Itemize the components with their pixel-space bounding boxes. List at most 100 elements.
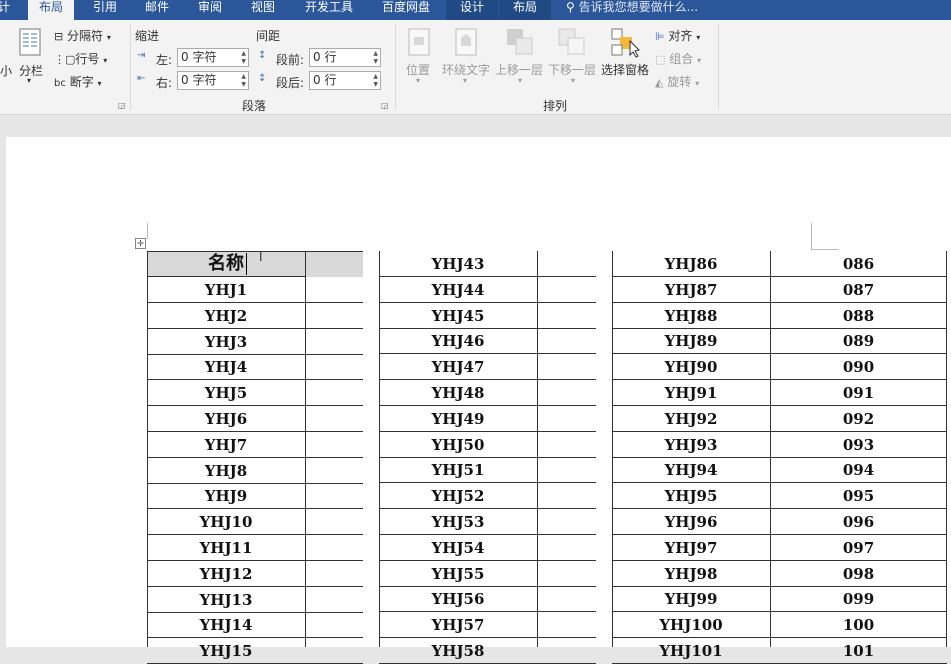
table-cell-code[interactable]: 088 [770, 303, 947, 329]
breaks-button[interactable]: ⊟ 分隔符 ▾ [54, 27, 111, 44]
table-cell-code[interactable]: 091 [770, 380, 947, 406]
table-move-handle-icon[interactable]: ✛ [135, 238, 146, 249]
table-cell-empty[interactable] [537, 354, 596, 381]
table-cell[interactable]: YHJ90 [612, 354, 770, 381]
table-cell-empty[interactable] [537, 303, 596, 329]
table-cell[interactable]: YHJ91 [612, 380, 770, 406]
table-cell[interactable]: YHJ58 [379, 638, 537, 664]
table-cell[interactable]: YHJ47 [379, 354, 537, 381]
table-cell[interactable]: YHJ5 [147, 380, 305, 407]
indent-right-input[interactable]: 0 字符 ▲ ▼ [177, 71, 249, 90]
table-cell[interactable]: YHJ88 [612, 303, 770, 329]
table-cell-empty[interactable] [537, 251, 596, 277]
table-cell-code[interactable]: 092 [770, 406, 947, 432]
tab-layout[interactable]: 布局 [28, 0, 74, 21]
spin-up-icon[interactable]: ▲ [241, 51, 246, 57]
table-cell-empty[interactable] [537, 457, 596, 484]
table-cell[interactable]: YHJ2 [147, 303, 305, 329]
table-cell-empty[interactable] [305, 277, 363, 647]
table-cell-empty[interactable] [537, 638, 596, 664]
table-cell[interactable]: YHJ89 [612, 328, 770, 355]
table-cell[interactable]: YHJ4 [147, 354, 305, 381]
table-cell-code[interactable]: 094 [770, 457, 947, 484]
table-cell-code[interactable]: 093 [770, 432, 947, 458]
table-cell[interactable]: YHJ1 [147, 277, 305, 303]
columns-icon[interactable] [18, 28, 42, 56]
table-cell[interactable]: YHJ96 [612, 509, 770, 535]
table-cell[interactable]: YHJ54 [379, 535, 537, 561]
table-cell-empty[interactable] [537, 561, 596, 587]
rotate-button[interactable]: ◭ 旋转 ▾ [655, 73, 699, 90]
table-cell[interactable]: YHJ9 [147, 483, 305, 510]
table-cell-code[interactable]: 087 [770, 277, 947, 303]
tab-table-design[interactable]: 设计 [446, 0, 498, 20]
table-cell[interactable]: YHJ50 [379, 432, 537, 458]
table-cell[interactable]: YHJ100 [612, 612, 770, 639]
table-cell[interactable]: YHJ94 [612, 457, 770, 484]
table-cell[interactable]: YHJ13 [147, 587, 305, 613]
tab-references[interactable]: 引用 [93, 0, 117, 20]
table-cell[interactable]: YHJ11 [147, 535, 305, 561]
table-cell-empty[interactable] [537, 380, 596, 406]
tab-design[interactable]: 计 [0, 0, 14, 20]
tab-developer[interactable]: 开发工具 [305, 0, 353, 20]
table-cell[interactable]: YHJ6 [147, 406, 305, 432]
table-cell[interactable]: YHJ3 [147, 329, 305, 355]
tab-review[interactable]: 审阅 [198, 0, 222, 20]
table-cell-code[interactable]: 097 [770, 535, 947, 561]
table-cell-code[interactable]: 101 [770, 638, 947, 664]
table-cell-empty[interactable] [537, 432, 596, 458]
table-cell-code[interactable]: 095 [770, 483, 947, 510]
group-objects-button[interactable]: ⬚ 组合 ▾ [655, 50, 701, 67]
table-cell[interactable]: YHJ43 [379, 251, 537, 277]
table-cell-code[interactable]: 099 [770, 586, 947, 613]
table-cell[interactable]: YHJ99 [612, 586, 770, 613]
table-cell[interactable]: YHJ10 [147, 509, 305, 536]
table-cell-empty[interactable] [537, 535, 596, 561]
size-button-label[interactable]: 小 [0, 62, 12, 79]
table-cell[interactable]: YHJ55 [379, 561, 537, 587]
page-setup-launcher-icon[interactable]: ◲ [118, 101, 126, 110]
table-cell[interactable]: YHJ56 [379, 586, 537, 613]
table-cell-code[interactable]: 090 [770, 354, 947, 381]
table-cell[interactable]: YHJ53 [379, 509, 537, 535]
spin-down-icon[interactable]: ▼ [241, 59, 246, 65]
table-cell[interactable]: YHJ14 [147, 612, 305, 639]
table-cell[interactable]: YHJ46 [379, 328, 537, 355]
spin-up-icon[interactable]: ▲ [373, 74, 378, 80]
table-cell[interactable]: YHJ49 [379, 406, 537, 432]
table-cell-empty[interactable] [537, 586, 596, 613]
table-cell[interactable]: YHJ52 [379, 483, 537, 510]
table-cell[interactable]: YHJ12 [147, 561, 305, 587]
table-cell-code[interactable]: 089 [770, 328, 947, 355]
table-cell-code[interactable]: 100 [770, 612, 947, 639]
tab-table-layout[interactable]: 布局 [499, 0, 551, 20]
paragraph-launcher-icon[interactable]: ◲ [381, 101, 389, 110]
table-cell[interactable]: YHJ93 [612, 432, 770, 458]
table-cell[interactable]: YHJ51 [379, 457, 537, 484]
table-cell-code[interactable]: 096 [770, 509, 947, 535]
space-after-input[interactable]: 0 行 ▲ ▼ [309, 71, 381, 90]
table-cell[interactable]: YHJ92 [612, 406, 770, 432]
tab-mailings[interactable]: 邮件 [145, 0, 169, 20]
tell-me-box[interactable]: ⚲ 告诉我您想要做什么... [566, 0, 698, 20]
selection-pane-button[interactable]: 选择窗格 [601, 61, 649, 78]
table-cell-empty[interactable] [537, 328, 596, 355]
table-cell-empty[interactable] [537, 612, 596, 639]
table-cell[interactable]: YHJ7 [147, 432, 305, 458]
spin-down-icon[interactable]: ▼ [373, 59, 378, 65]
indent-left-input[interactable]: 0 字符 ▲ ▼ [177, 48, 249, 67]
table-cell[interactable]: YHJ44 [379, 277, 537, 303]
table-cell[interactable]: YHJ86 [612, 251, 770, 277]
table-cell[interactable]: YHJ101 [612, 638, 770, 664]
table-cell-empty[interactable] [537, 483, 596, 510]
table-header-cell[interactable]: 名称 [147, 251, 305, 277]
table-cell[interactable]: YHJ45 [379, 303, 537, 329]
table-cell[interactable]: YHJ8 [147, 458, 305, 484]
line-numbers-button[interactable]: ⋮▢行号 ▾ [54, 50, 107, 67]
table-cell[interactable]: YHJ98 [612, 561, 770, 587]
spin-up-icon[interactable]: ▲ [373, 51, 378, 57]
spin-down-icon[interactable]: ▼ [373, 82, 378, 88]
table-cell-empty[interactable] [537, 509, 596, 535]
table-cell[interactable]: YHJ87 [612, 277, 770, 303]
